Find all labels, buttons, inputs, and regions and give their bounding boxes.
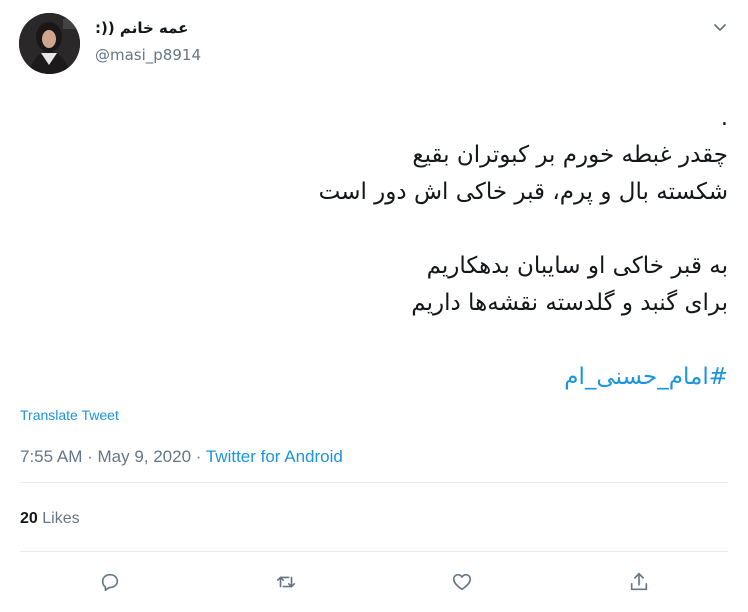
like-button[interactable] <box>447 568 477 596</box>
translate-tweet-link[interactable]: Translate Tweet <box>20 407 119 423</box>
chevron-down-icon <box>714 24 726 31</box>
divider <box>20 551 728 552</box>
like-icon <box>452 573 472 591</box>
tweet-metadata: 7:55 AM · May 9, 2020 · Twitter for Andr… <box>20 447 343 467</box>
display-name[interactable]: عمه خانم ((: <box>95 19 188 37</box>
retweet-button[interactable] <box>271 568 301 596</box>
likes-count: 20 <box>20 510 38 527</box>
share-button[interactable] <box>624 568 654 596</box>
avatar[interactable] <box>19 13 80 74</box>
tweet-line: شکسته بال و پرم، قبر خاکی اش دور است <box>318 179 728 205</box>
share-icon <box>630 572 648 591</box>
reply-button[interactable] <box>95 568 125 596</box>
source-link[interactable]: Twitter for Android <box>206 447 343 466</box>
divider <box>20 482 728 483</box>
tweet-line: چقدر غبطه خورم بر کبوتران بقیع <box>412 142 728 168</box>
tweet-text: . چقدر غبطه خورم بر کبوتران بقیع شکسته ب… <box>28 100 728 396</box>
hashtag-link[interactable]: #امام_حسنی_ام <box>564 364 728 390</box>
user-handle[interactable]: @masi_p8914 <box>95 46 201 64</box>
reply-icon <box>101 573 119 592</box>
tweet-line: به قبر خاکی او سایبان بدهکاریم <box>426 253 728 279</box>
more-options-button[interactable] <box>707 16 733 38</box>
likes-stat[interactable]: 20 Likes <box>20 510 80 528</box>
profile-photo-icon <box>19 13 80 74</box>
tweet-line: برای گنبد و گلدسته نقشه‌ها داریم <box>411 290 728 316</box>
likes-label: Likes <box>37 510 80 527</box>
retweet-icon <box>276 576 296 588</box>
tweet-line: . <box>720 105 728 131</box>
timestamp[interactable]: 7:55 AM · May 9, 2020 · <box>20 447 206 466</box>
